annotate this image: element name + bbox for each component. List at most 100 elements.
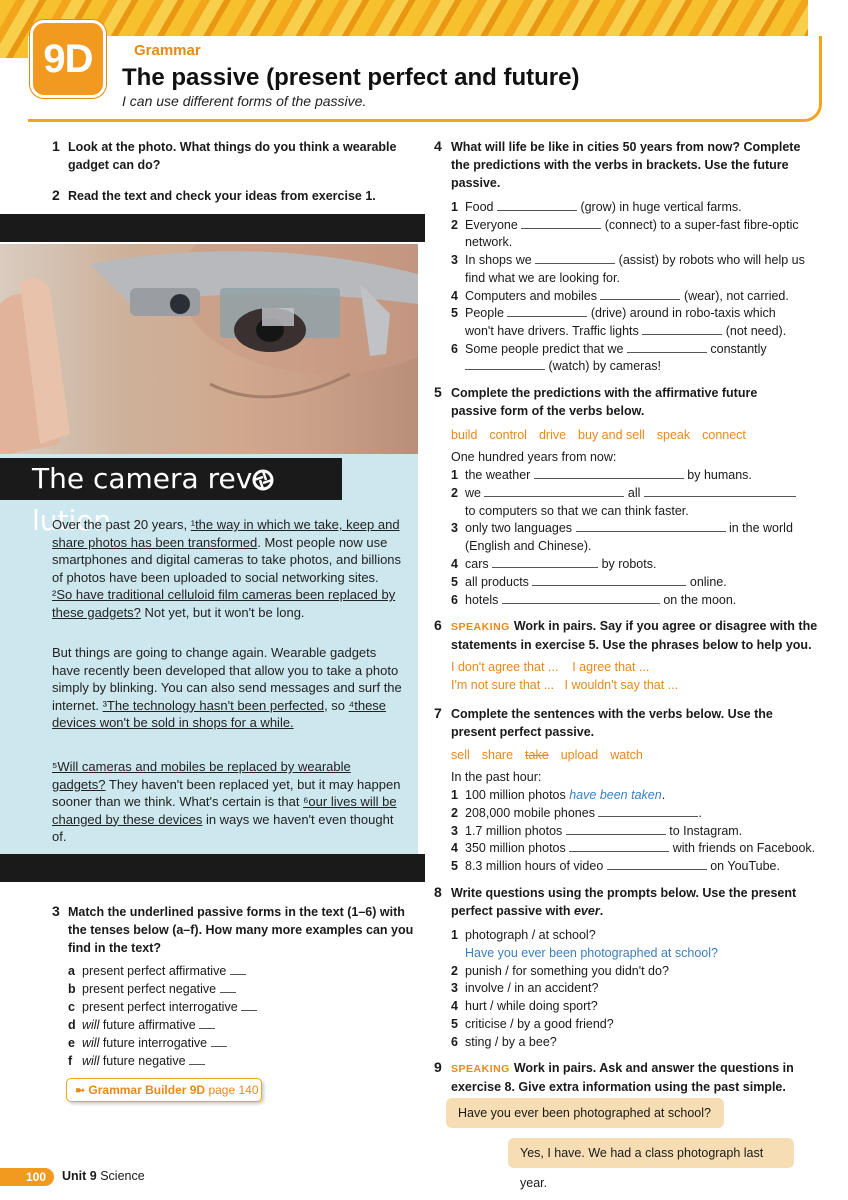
answer-blank[interactable]: [484, 485, 625, 497]
answer-blank[interactable]: [532, 574, 687, 586]
aperture-icon: [252, 461, 274, 491]
verb-word: connect: [702, 428, 746, 442]
answer-blank[interactable]: [565, 823, 666, 835]
answer-blank[interactable]: [199, 1017, 216, 1029]
answer-blank[interactable]: [241, 999, 258, 1011]
exercise-item: to computers so that we can think faster…: [465, 503, 689, 518]
item-number: 1: [451, 928, 458, 942]
exercise-item: 6 hotels on the moon.: [451, 592, 737, 607]
ex3-item: b present perfect negative: [68, 980, 236, 998]
exercise-item: (watch) by cameras!: [451, 357, 661, 375]
ex2-instruction: Read the text and check your ideas from …: [68, 189, 376, 203]
item-letter: d: [68, 1018, 76, 1032]
ex3-item: c present perfect interrogative: [68, 998, 258, 1016]
answer-blank[interactable]: [507, 305, 588, 318]
item-number: 6: [451, 1034, 458, 1049]
exercise-item: 2 208,000 mobile phones .: [451, 805, 702, 820]
item-number: 2: [451, 217, 458, 232]
item-number: 1: [451, 468, 458, 482]
page-title: The passive (present perfect and future): [122, 64, 580, 91]
article-paragraph-1: Over the past 20 years, ¹the way in whic…: [52, 517, 402, 620]
answer-blank[interactable]: [643, 485, 796, 497]
answer-blank[interactable]: [492, 556, 599, 568]
example-answer: have been taken: [569, 788, 662, 802]
ex3-number: 3: [52, 903, 60, 919]
speaking-tag: SPEAKING: [451, 1063, 510, 1075]
answer-blank[interactable]: [606, 858, 707, 871]
answer-blank[interactable]: [575, 520, 726, 533]
speech-bubble-question: Have you ever been photographed at schoo…: [446, 1098, 724, 1128]
answer-blank[interactable]: [533, 467, 684, 479]
item-letter: e: [68, 1036, 75, 1050]
ex9-instruction: SPEAKING Work in pairs. Ask and answer th…: [451, 1061, 794, 1094]
exercise-item: 3 only two languages in the world: [451, 520, 793, 536]
double-arrow-icon: ➼: [75, 1083, 89, 1097]
ex9-number: 9: [434, 1059, 442, 1075]
answer-blank[interactable]: [626, 341, 707, 353]
unit-badge: 9D: [30, 20, 106, 98]
exercise-item: 3 involve / in an accident?: [451, 981, 599, 996]
answer-blank[interactable]: [189, 1053, 206, 1065]
exercise-item: 2 Everyone (connect) to a super-fast fibr…: [451, 217, 799, 232]
answer-blank[interactable]: [600, 288, 681, 300]
article-bottom-band: [0, 854, 425, 882]
underlined-passive-3: ³The technology hasn't been perfected: [102, 697, 325, 713]
item-letter: f: [68, 1054, 73, 1068]
exercise-item: 6 Some people predict that we constantly: [451, 341, 767, 356]
item-number: 4: [451, 557, 458, 571]
exercise-item: 1 100 million photos have been taken.: [451, 788, 666, 802]
ex3-item: f will future negative: [68, 1052, 206, 1070]
item-number: 4: [451, 841, 458, 856]
exercise-item: network.: [465, 235, 513, 250]
exercise-item: (English and Chinese).: [465, 539, 592, 554]
ex2-number: 2: [52, 187, 60, 203]
answer-blank[interactable]: [642, 323, 723, 335]
answer-blank[interactable]: [521, 217, 602, 229]
item-number: 3: [451, 521, 458, 536]
ex5-verb-box: build control drive buy and sell speak connec…: [451, 426, 758, 444]
speech-bubble-answer: Yes, I have. We had a class photograph l…: [508, 1138, 794, 1190]
answer-blank[interactable]: [501, 592, 660, 604]
item-number: 5: [451, 306, 458, 321]
verb-word: buy and sell: [578, 428, 645, 442]
answer-blank[interactable]: [535, 252, 616, 265]
page-number: 100: [0, 1168, 54, 1186]
exercise-item: 2 punish / for something you didn't do?: [451, 963, 669, 978]
grammar-builder-link[interactable]: ➼ Grammar Builder 9D page 140: [66, 1078, 262, 1102]
answer-blank[interactable]: [598, 805, 699, 817]
item-number: 4: [451, 288, 458, 303]
verb-word: take: [525, 748, 549, 762]
item-number: 5: [451, 1017, 458, 1031]
exercise-item: 1 Food (grow) in huge vertical farms.: [451, 199, 742, 214]
answer-blank[interactable]: [229, 963, 246, 975]
ex3-item: d will future affirmative: [68, 1016, 216, 1034]
ex6-instruction: SPEAKING Work in pairs. Say if you agree …: [451, 619, 818, 652]
exercise-item: 3 In shops we (assist) by robots who will…: [451, 252, 805, 268]
exercise-item: 5 all products online.: [451, 574, 727, 589]
photo-top-band: [0, 214, 425, 242]
ex7-number: 7: [434, 705, 442, 721]
item-number: 2: [451, 805, 458, 820]
ex4-instruction: What will life be like in cities 50 year…: [451, 140, 801, 190]
answer-blank[interactable]: [465, 358, 545, 371]
exercise-item: 4 cars by robots.: [451, 556, 657, 571]
article-photo: [0, 244, 418, 454]
exercise-item: 5 8.3 million hours of video on YouTube.: [451, 858, 780, 874]
exercise-item: 1 photograph / at school?: [451, 928, 596, 942]
answer-blank[interactable]: [496, 199, 577, 211]
exercise-item: find what we are looking for.: [465, 270, 620, 285]
item-number: 5: [451, 574, 458, 589]
page-subtitle: I can use different forms of the passive…: [122, 93, 367, 109]
item-number: 4: [451, 999, 458, 1014]
ex4-number: 4: [434, 138, 442, 154]
answer-blank[interactable]: [210, 1035, 227, 1047]
ex3-instruction: Match the underlined passive forms in th…: [68, 905, 414, 955]
exercise-item: 3 1.7 million photos to Instagram.: [451, 823, 743, 838]
section-label: Grammar: [134, 42, 201, 59]
ex5-intro: One hundred years from now:: [451, 450, 617, 464]
item-number: 5: [451, 859, 458, 874]
item-letter: a: [68, 964, 75, 978]
ex8-number: 8: [434, 884, 442, 900]
answer-blank[interactable]: [569, 840, 670, 853]
answer-blank[interactable]: [219, 981, 236, 993]
